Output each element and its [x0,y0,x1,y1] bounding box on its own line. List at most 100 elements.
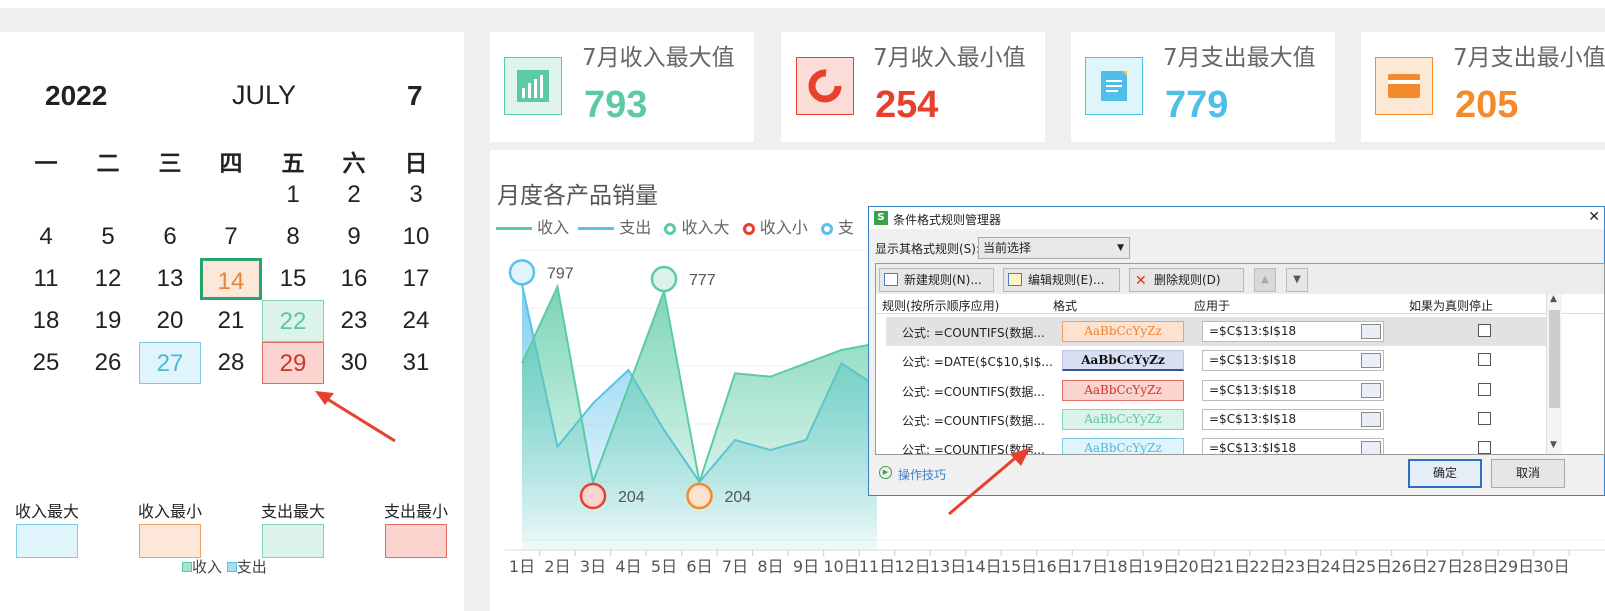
calendar-day[interactable]: 16 [323,258,385,300]
x-tick-label: 3日 [580,557,606,576]
range-picker-icon[interactable] [1361,353,1381,368]
kpi-card-income-min: 7月收入最小值 254 [781,32,1045,142]
x-tick-label: 19日 [1143,557,1179,576]
calendar-day[interactable]: 5 [77,216,139,258]
card-icon [1375,57,1433,115]
red-arrow-annotation-dialog [948,448,1030,516]
calendar-day[interactable]: 25 [15,342,77,384]
edit-rule-label: 编辑规则(E)... [1028,273,1105,287]
annotation-label: 204 [725,489,752,506]
calendar-day[interactable]: 15 [262,258,324,300]
calendar-day[interactable]: 17 [385,258,447,300]
x-tick-label: 11日 [859,557,895,576]
format-preview: AaBbCcYyZz [1062,438,1184,454]
applies-to-field[interactable]: =$C$13:$I$18 [1202,350,1384,371]
scroll-thumb[interactable] [1549,310,1560,408]
applies-to-field[interactable]: =$C$13:$I$18 [1202,321,1384,342]
table-row[interactable]: 公式: =COUNTIFS(数据... AaBbCcYyZz =$C$13:$I… [886,376,1548,405]
dialog-titlebar[interactable]: S 条件格式规则管理器 ✕ [869,207,1604,229]
show-rules-select[interactable]: 当前选择 ▼ [978,237,1130,259]
calendar-year: 2022 [45,80,108,111]
kpi-card-income-max: 7月收入最大值 793 [490,32,754,142]
range-picker-icon[interactable] [1361,441,1381,454]
table-row[interactable]: 公式: =COUNTIFS(数据... AaBbCcYyZz =$C$13:$I… [886,405,1548,434]
dialog-title: 条件格式规则管理器 [893,213,1002,227]
calendar-day[interactable]: 13 [139,258,201,300]
calendar-day[interactable]: 4 [15,216,77,258]
cancel-button[interactable]: 取消 [1491,459,1565,488]
calendar-day[interactable]: 7 [200,216,262,258]
calendar-day[interactable]: 23 [323,300,385,342]
format-preview: AaBbCcYyZz [1062,380,1184,401]
range-picker-icon[interactable] [1361,412,1381,427]
calendar-day[interactable]: 1 [262,174,324,216]
edit-rule-button[interactable]: 编辑规则(E)... [1003,268,1120,292]
calendar-day[interactable]: 12 [77,258,139,300]
annotation-marker [579,482,607,510]
x-tick-label: 21日 [1214,557,1250,576]
calendar-day[interactable]: 26 [77,342,139,384]
calendar-day[interactable]: 22 [262,300,324,342]
calendar-day[interactable]: 2 [323,174,385,216]
calendar-day[interactable]: 28 [200,342,262,384]
mini-legend-income-label: 收入 [192,558,223,576]
calendar-day[interactable]: 6 [139,216,201,258]
calendar-day[interactable]: 10 [385,216,447,258]
weekday-sun: 日 [404,151,428,177]
calendar-panel: 2022 JULY 7 一 二 三 四 五 六 日 1 2 3 4 5 6 7 8 9 10 11 1… [0,32,464,611]
move-up-button[interactable]: ▲ [1254,268,1276,292]
stop-if-true-checkbox[interactable] [1478,383,1491,396]
ok-button[interactable]: 确定 [1408,459,1482,488]
stop-if-true-checkbox[interactable] [1478,353,1491,366]
legend-label-income-min: 收入最小 [137,502,202,521]
col-rule: 规则(按所示顺序应用) [882,299,1000,313]
legend-label-expense-min: 支出最小 [383,502,448,521]
calendar-day[interactable]: 24 [385,300,447,342]
rules-list: 公式: =COUNTIFS(数据... AaBbCcYyZz =$C$13:$I… [876,314,1548,454]
rules-scrollbar[interactable]: ▲ ▼ [1546,294,1562,454]
tips-link[interactable]: 操作技巧 [898,466,946,483]
calendar-day[interactable]: 18 [15,300,77,342]
calendar-day[interactable]: 21 [200,300,262,342]
calendar-day[interactable]: 30 [323,342,385,384]
kpi-card-expense-max: 7月支出最大值 779 [1071,32,1335,142]
calendar-day[interactable]: 8 [262,216,324,258]
delete-rule-button[interactable]: ✕ 删除规则(D) [1129,268,1244,292]
play-icon[interactable]: ▶ [879,466,892,479]
table-row[interactable]: 公式: =COUNTIFS(数据... AaBbCcYyZz =$C$13:$I… [886,317,1548,346]
kpi-title: 7月收入最小值 [873,45,1026,71]
calendar-day[interactable]: 27 [139,342,201,384]
chevron-down-icon: ▼ [1117,243,1124,253]
calendar-day[interactable]: 29 [262,342,324,384]
range-picker-icon[interactable] [1361,383,1381,398]
x-tick-label: 4日 [615,557,641,576]
calendar-day[interactable]: 9 [323,216,385,258]
calendar-day[interactable]: 3 [385,174,447,216]
x-tick-label: 14日 [965,557,1001,576]
scroll-up-icon[interactable]: ▲ [1550,294,1557,304]
calendar-day[interactable]: 20 [139,300,201,342]
rule-formula: 公式: =COUNTIFS(数据... [902,385,1045,399]
calendar-day[interactable]: 19 [77,300,139,342]
move-down-button[interactable]: ▼ [1286,268,1308,292]
table-row[interactable]: 公式: =DATE($C$10,$I$... AaBbCcYyZz =$C$13… [886,346,1548,375]
applies-to-value: =$C$13:$I$18 [1209,441,1297,454]
legend-swatch-income-min [139,524,201,558]
calendar-day[interactable]: 11 [15,258,77,300]
close-icon[interactable]: ✕ [1588,209,1600,225]
applies-to-field[interactable]: =$C$13:$I$18 [1202,409,1384,430]
x-tick-label: 18日 [1107,557,1143,576]
scroll-down-icon[interactable]: ▼ [1550,440,1557,450]
stop-if-true-checkbox[interactable] [1478,412,1491,425]
calendar-day[interactable]: 31 [385,342,447,384]
applies-to-field[interactable]: =$C$13:$I$18 [1202,380,1384,401]
format-preview: AaBbCcYyZz [1062,321,1184,342]
calendar-day[interactable]: 14 [200,258,262,300]
edit-rule-icon [1008,273,1022,286]
new-rule-button[interactable]: 新建规则(N)... [879,268,994,292]
range-picker-icon[interactable] [1361,324,1381,339]
x-tick-label: 2日 [544,557,570,576]
applies-to-field[interactable]: =$C$13:$I$18 [1202,438,1384,454]
stop-if-true-checkbox[interactable] [1478,324,1491,337]
stop-if-true-checkbox[interactable] [1478,441,1491,454]
